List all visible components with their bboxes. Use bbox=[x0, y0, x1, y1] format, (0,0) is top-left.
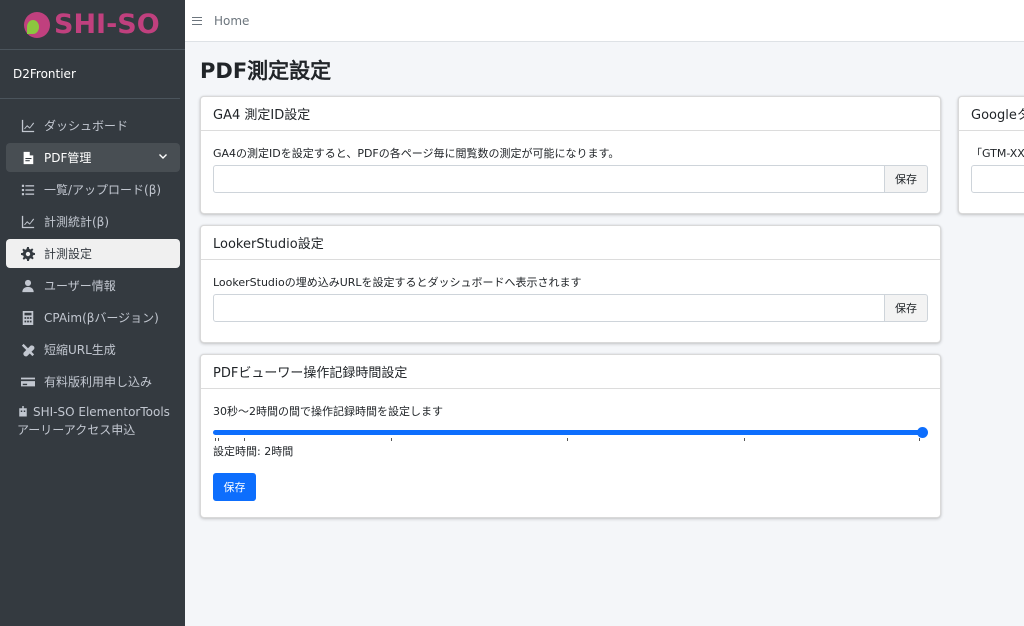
ga4-settings-card: GA4 測定ID設定 GA4の測定IDを設定すると、PDFの各ページ毎に閲覧数の… bbox=[200, 96, 941, 214]
credit-card-icon bbox=[20, 375, 36, 389]
sidebar-item-measurement-stats[interactable]: 計測統計(β) bbox=[6, 207, 180, 236]
hamburger-menu-icon[interactable] bbox=[192, 16, 202, 25]
card-description: LookerStudioの埋め込みURLを設定するとダッシュボードへ表示されます bbox=[213, 276, 582, 289]
sidebar-item-label: 計測統計(β) bbox=[44, 215, 110, 229]
slider-handle[interactable] bbox=[917, 427, 928, 438]
chart-line-icon bbox=[20, 215, 36, 229]
save-button[interactable]: 保存 bbox=[885, 294, 928, 322]
sidebar-item-dashboard[interactable]: ダッシュボード bbox=[6, 111, 180, 140]
chevron-down-icon bbox=[158, 151, 168, 165]
tools-icon bbox=[20, 343, 36, 357]
user-icon bbox=[20, 279, 36, 293]
slider-tick bbox=[218, 438, 219, 441]
card-description: 30秒～2時間の間で操作記録時間を設定します bbox=[213, 405, 443, 418]
user-name[interactable]: D2Frontier bbox=[0, 50, 180, 99]
slider-tick bbox=[567, 438, 568, 441]
slider-tick bbox=[215, 438, 216, 441]
card-title: GA4 測定ID設定 bbox=[201, 97, 940, 131]
ga4-measurement-id-input[interactable] bbox=[213, 165, 885, 193]
lookerstudio-url-input[interactable] bbox=[213, 294, 885, 322]
gtm-id-input[interactable] bbox=[971, 165, 1024, 193]
record-time-slider[interactable] bbox=[213, 423, 928, 443]
slider-tick bbox=[391, 438, 392, 441]
brand-logo-link[interactable]: SHI-SO bbox=[0, 0, 185, 50]
sidebar-item-label: PDF管理 bbox=[44, 151, 92, 165]
sidebar-item-pdf-management[interactable]: PDF管理 bbox=[6, 143, 180, 172]
robot-icon bbox=[17, 405, 29, 419]
sidebar-item-label: ダッシュボード bbox=[44, 119, 129, 133]
lookerstudio-settings-card: LookerStudio設定 LookerStudioの埋め込みURLを設定する… bbox=[200, 225, 941, 343]
pdf-viewer-record-time-card: PDFビューワー操作記録時間設定 30秒～2時間の間で操作記録時間を設定します … bbox=[200, 354, 941, 518]
slider-tick bbox=[919, 438, 920, 441]
slider-track bbox=[213, 430, 922, 435]
sidebar-item-label-line2: アーリーアクセス申込 bbox=[17, 423, 136, 437]
sidebar-item-url-shortener[interactable]: 短縮URL生成 bbox=[6, 335, 180, 364]
sidebar-item-label: ユーザー情報 bbox=[44, 279, 116, 293]
home-link[interactable]: Home bbox=[214, 14, 249, 28]
file-pdf-icon bbox=[20, 151, 36, 165]
chart-line-icon bbox=[20, 119, 36, 133]
card-title: LookerStudio設定 bbox=[201, 226, 940, 260]
gear-icon bbox=[20, 246, 36, 261]
setting-time-text: 設定時間: 2時間 bbox=[213, 445, 294, 458]
card-title: Googleタ bbox=[959, 97, 1024, 131]
sidebar-item-elementor-tools[interactable]: SHI-SO ElementorTools アーリーアクセス申込 bbox=[6, 399, 180, 439]
sidebar-item-user-info[interactable]: ユーザー情報 bbox=[6, 271, 180, 300]
sidebar-item-label: 短縮URL生成 bbox=[44, 343, 116, 357]
card-description: GA4の測定IDを設定すると、PDFの各ページ毎に閲覧数の測定が可能になります。 bbox=[213, 147, 620, 160]
sidebar-item-label: 計測設定 bbox=[44, 247, 93, 261]
card-title: PDFビューワー操作記録時間設定 bbox=[201, 355, 940, 389]
slider-tick bbox=[744, 438, 745, 441]
brand-logo-text: SHI-SO bbox=[54, 9, 160, 40]
sidebar: SHI-SO D2Frontier ダッシュボード PDF管理 一覧/アップロー… bbox=[0, 0, 185, 626]
sidebar-item-measurement-settings[interactable]: 計測設定 bbox=[6, 239, 180, 268]
list-icon bbox=[20, 183, 36, 197]
slider-tick bbox=[244, 438, 245, 441]
sidebar-item-label: 有料版利用申し込み bbox=[44, 375, 153, 389]
sidebar-item-label: CPAim(βバージョン) bbox=[44, 311, 159, 325]
calculator-icon bbox=[20, 310, 36, 325]
save-button[interactable]: 保存 bbox=[885, 165, 928, 193]
page-title: PDF測定設定 bbox=[200, 59, 332, 83]
topbar: Home bbox=[185, 0, 1024, 42]
sidebar-item-paid-plan[interactable]: 有料版利用申し込み bbox=[6, 367, 180, 396]
save-button[interactable]: 保存 bbox=[213, 473, 256, 501]
google-tag-settings-card: Googleタ 「GTM-XXX bbox=[958, 96, 1024, 214]
sidebar-nav: ダッシュボード PDF管理 一覧/アップロード(β) 計測統計(β) 計測設定 … bbox=[0, 99, 185, 439]
sidebar-item-list-upload[interactable]: 一覧/アップロード(β) bbox=[6, 175, 180, 204]
card-description: 「GTM-XXX bbox=[971, 147, 1024, 160]
sidebar-item-label: 一覧/アップロード(β) bbox=[44, 183, 162, 197]
brand-logo-icon bbox=[24, 11, 50, 38]
sidebar-item-label: SHI-SO ElementorTools bbox=[33, 405, 170, 419]
sidebar-item-cpaim[interactable]: CPAim(βバージョン) bbox=[6, 303, 180, 332]
